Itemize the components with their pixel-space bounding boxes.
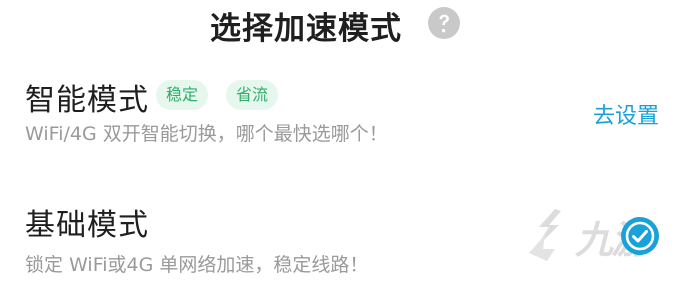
page-header: 选择加速模式 — [0, 0, 691, 48]
basic-mode-description: 锁定 WiFi或4G 单网络加速，稳定线路！ — [25, 254, 369, 276]
smart-mode-option[interactable]: 智能模式 稳定 省流 WiFi/4G 双开智能切换，哪个最快选哪个！ 去设置 — [0, 75, 691, 155]
go-settings-link[interactable]: 去设置 — [593, 98, 659, 130]
check-circle-icon[interactable] — [619, 215, 661, 257]
smart-mode-title: 智能模式 — [25, 83, 149, 118]
basic-mode-title: 基础模式 — [25, 208, 149, 243]
data-saving-badge: 省流 — [226, 80, 279, 110]
smart-mode-description: WiFi/4G 双开智能切换，哪个最快选哪个！ — [25, 123, 388, 145]
question-circle-icon[interactable] — [427, 6, 461, 40]
nine-game-logo-icon — [529, 209, 561, 261]
stable-badge: 稳定 — [156, 80, 209, 110]
page-title: 选择加速模式 — [210, 11, 402, 47]
